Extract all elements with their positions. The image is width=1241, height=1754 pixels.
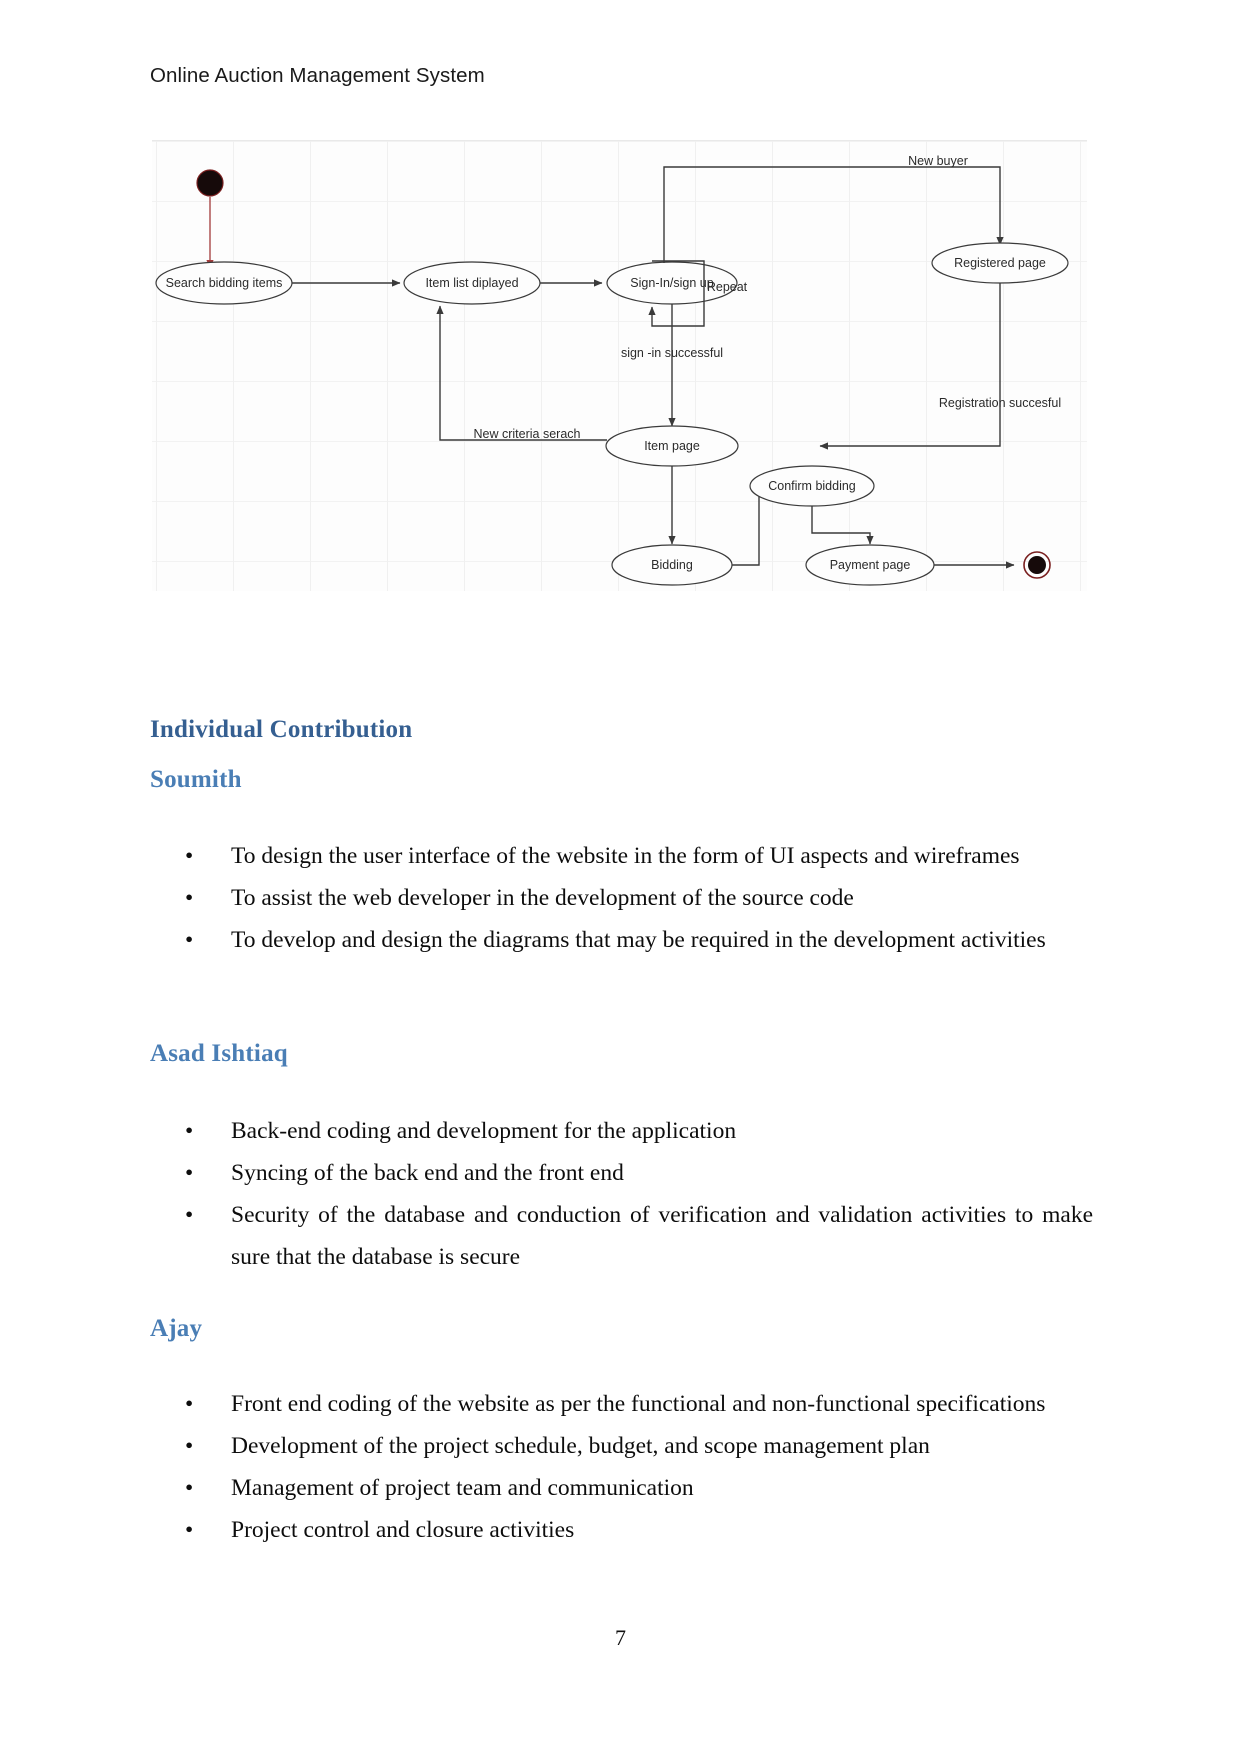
list-item: • Syncing of the back end and the front …: [150, 1152, 1093, 1194]
page-number: 7: [615, 1625, 626, 1650]
list-item: • Security of the database and conductio…: [150, 1194, 1093, 1278]
node-label-signin: Sign-In/sign up: [630, 276, 713, 290]
bullet-glyph: •: [185, 927, 194, 953]
list-item-text: Project control and closure activities: [231, 1517, 575, 1543]
list-item-text: Back-end coding and development for the …: [231, 1118, 737, 1144]
edge-new-criteria-search: [436, 305, 607, 441]
bullet-glyph: •: [185, 1391, 194, 1417]
initial-node: [196, 169, 224, 197]
bullet-glyph: •: [185, 1475, 194, 1501]
activity-diagram-svg: Search bidding items Item list diplayed …: [155, 154, 1069, 586]
list-item-text: Security of the database and conduction …: [231, 1202, 1093, 1270]
bullet-glyph: •: [185, 885, 194, 911]
bullet-glyph: •: [185, 843, 194, 869]
edge-confirm-to-payment: [811, 506, 874, 545]
edge-bidding-to-confirm: [732, 486, 763, 566]
page-title: Individual Contribution: [150, 716, 413, 743]
edge-label-registration-successful: Registration succesful: [939, 396, 1061, 410]
node-label-search: Search bidding items: [166, 276, 283, 290]
list-item-text: Syncing of the back end and the front en…: [231, 1160, 624, 1186]
list-item-text: To assist the web developer in the devel…: [231, 885, 854, 911]
bullet-glyph: •: [185, 1517, 194, 1543]
list-item: • To develop and design the diagrams tha…: [150, 919, 1093, 961]
bullet-glyph: •: [185, 1160, 194, 1186]
list-item: • Back-end coding and development for th…: [150, 1110, 1093, 1152]
final-node: [1028, 556, 1046, 574]
activity-diagram-figure: Search bidding items Item list diplayed …: [152, 140, 1087, 591]
bullet-glyph: •: [185, 1433, 194, 1459]
list-item: • Front end coding of the website as per…: [150, 1383, 1093, 1425]
bullet-list-ajay: • Front end coding of the website as per…: [150, 1383, 1093, 1551]
edge-label-sign-in-successful: sign -in successful: [621, 346, 723, 360]
node-label-itempage: Item page: [644, 439, 700, 453]
subheading-person-ajay: Ajay: [150, 1315, 203, 1342]
bullet-list-soumith: • To design the user interface of the we…: [150, 835, 1093, 961]
list-item: • Project control and closure activities: [150, 1509, 1093, 1551]
list-item: • Management of project team and communi…: [150, 1467, 1093, 1509]
edge-label-new-buyer: New buyer: [908, 154, 968, 168]
node-label-confirm: Confirm bidding: [768, 479, 856, 493]
document-page: Online Auction Management System Search …: [0, 0, 1241, 1754]
bullet-glyph: •: [185, 1118, 194, 1144]
list-item-text: To develop and design the diagrams that …: [231, 927, 1046, 953]
list-item: • To assist the web developer in the dev…: [150, 877, 1093, 919]
node-label-registered: Registered page: [954, 256, 1046, 270]
list-item-text: Front end coding of the website as per t…: [231, 1391, 1046, 1417]
subheading-person-soumith: Soumith: [150, 766, 242, 793]
list-item: • To design the user interface of the we…: [150, 835, 1093, 877]
node-label-bidding: Bidding: [651, 558, 693, 572]
list-item-text: Management of project team and communica…: [231, 1475, 694, 1501]
list-item: • Development of the project schedule, b…: [150, 1425, 1093, 1467]
bullet-list-asad-ishtiaq: • Back-end coding and development for th…: [150, 1110, 1093, 1278]
node-label-itemlist: Item list diplayed: [425, 276, 518, 290]
list-item-text: Development of the project schedule, bud…: [231, 1433, 930, 1459]
subheading-person-asad-ishtiaq: Asad Ishtiaq: [150, 1040, 288, 1067]
edge-label-repeat: Repeat: [707, 280, 748, 294]
edge-label-new-criteria-search: New criteria serach: [474, 427, 581, 441]
node-label-payment: Payment page: [830, 558, 911, 572]
running-header: Online Auction Management System: [150, 64, 485, 87]
list-item-text: To design the user interface of the webs…: [231, 843, 1020, 869]
edge-registration-successful: [819, 283, 1001, 450]
edge-new-buyer: [663, 166, 1004, 263]
bullet-glyph: •: [185, 1202, 194, 1228]
